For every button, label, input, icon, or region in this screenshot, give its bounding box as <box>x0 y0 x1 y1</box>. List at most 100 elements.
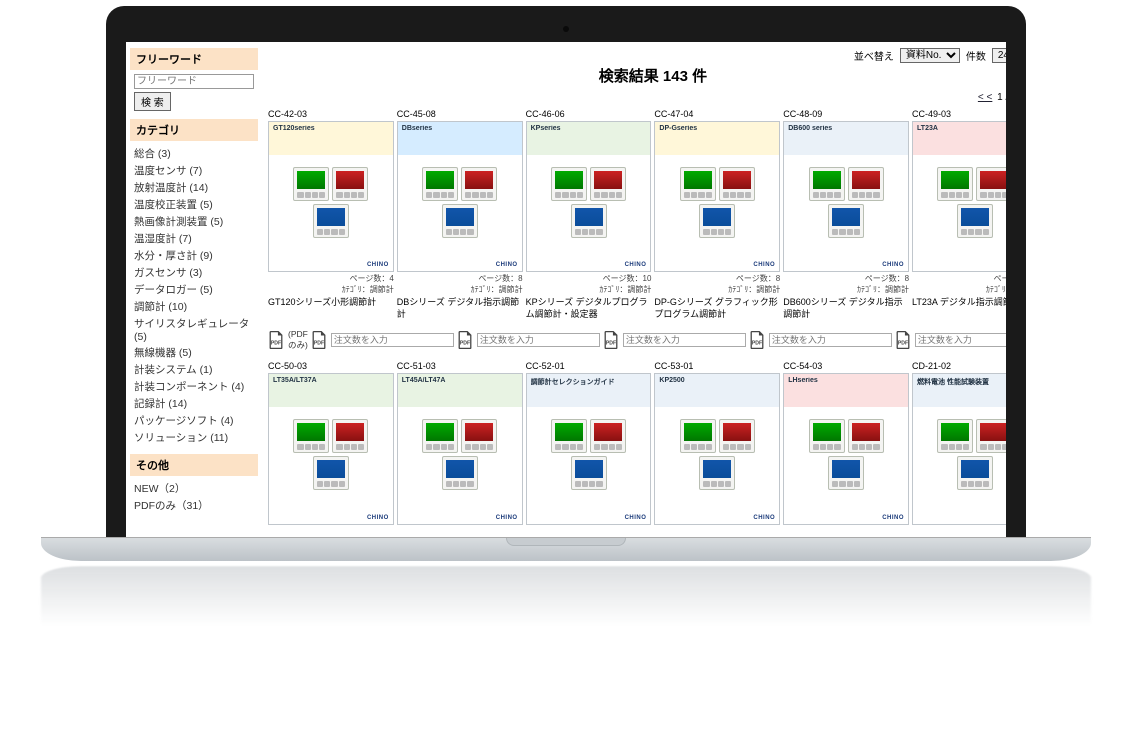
qty-input[interactable] <box>915 333 1006 347</box>
other-item[interactable]: PDFのみ（31） <box>134 497 254 514</box>
category-item[interactable]: 記録計 (14) <box>134 395 254 412</box>
product-card: CC-52-01 調節計セレクションガイド <box>526 361 652 524</box>
category-item[interactable]: パッケージソフト (4) <box>134 412 254 429</box>
qty-bar: PDF <box>603 329 746 351</box>
product-meta: ページ数：10ｶﾃｺﾞﾘ：調節計 <box>526 274 652 295</box>
per-select[interactable]: 24件 <box>992 48 1006 63</box>
category-item[interactable]: 水分・厚さ計 (9) <box>134 247 254 264</box>
pager-prev[interactable]: < < <box>976 92 994 103</box>
qty-input[interactable] <box>331 333 454 347</box>
category-item[interactable]: 温度校正装置 (5) <box>134 196 254 213</box>
product-code: CC-54-03 <box>783 361 909 371</box>
qty-input[interactable] <box>623 333 746 347</box>
other-heading: その他 <box>130 454 258 476</box>
laptop-mock: フリーワード 検 索 カテゴリ 総合 (3)温度センサ (7)放射温度計 (14… <box>106 6 1026 631</box>
product-title[interactable]: GT120シリーズ小形調節計 <box>268 297 394 321</box>
product-code: CC-52-01 <box>526 361 652 371</box>
other-item[interactable]: NEW（2） <box>134 480 254 497</box>
category-item[interactable]: 熱画像計測装置 (5) <box>134 213 254 230</box>
product-code: CD-21-02 <box>912 361 1006 371</box>
svg-text:PDF: PDF <box>271 341 281 347</box>
svg-text:PDF: PDF <box>898 341 908 347</box>
product-code: CC-48-09 <box>783 109 909 119</box>
category-item[interactable]: 計装コンポーネント (4) <box>134 378 254 395</box>
product-thumbnail[interactable]: KPseries <box>526 121 652 272</box>
freeword-heading: フリーワード <box>130 48 258 70</box>
qty-input[interactable] <box>477 333 600 347</box>
result-title: 検索結果 143 件 <box>268 65 1006 86</box>
category-item[interactable]: 総合 (3) <box>134 145 254 162</box>
category-item[interactable]: 調節計 (10) <box>134 298 254 315</box>
trackpad-notch <box>506 538 626 546</box>
category-item[interactable]: ガスセンサ (3) <box>134 264 254 281</box>
product-thumbnail[interactable]: LT23A <box>912 121 1006 272</box>
screen-bezel: フリーワード 検 索 カテゴリ 総合 (3)温度センサ (7)放射温度計 (14… <box>106 6 1026 537</box>
camera-dot <box>563 26 569 32</box>
qty-bar: PDF <box>457 329 600 351</box>
category-heading: カテゴリ <box>130 119 258 141</box>
category-item[interactable]: 温湿度計 (7) <box>134 230 254 247</box>
product-thumbnail[interactable]: GT120series <box>268 121 394 272</box>
product-title[interactable]: KPシリーズ デジタルプログラム調節計・設定器 <box>526 297 652 321</box>
pdf-icon[interactable]: PDF <box>749 331 765 349</box>
pdf-icon[interactable]: PDF <box>311 331 327 349</box>
category-item[interactable]: 無線機器 (5) <box>134 344 254 361</box>
product-meta: ページ数：4ｶﾃｺﾞﾘ：調節計 <box>912 274 1006 295</box>
product-thumbnail[interactable]: 調節計セレクションガイド <box>526 373 652 524</box>
freeword-input[interactable] <box>134 74 254 89</box>
product-title[interactable]: DB600シリーズ デジタル指示調節計 <box>783 297 909 321</box>
product-thumbnail[interactable]: KP2500 <box>654 373 780 524</box>
sort-select[interactable]: 資料No. <box>900 48 960 63</box>
pdf-icon[interactable]: PDF <box>457 331 473 349</box>
product-thumbnail[interactable]: DB600 series <box>783 121 909 272</box>
pager: < < 1 / 6 > > <box>268 92 1006 103</box>
product-card: CC-42-03 GT120series ページ数：4ｶﾃｺﾞﾘ：調節計 GT1… <box>268 109 394 321</box>
search-button[interactable]: 検 索 <box>134 92 171 111</box>
other-list: NEW（2）PDFのみ（31） <box>134 480 254 514</box>
product-thumbnail[interactable]: LHseries <box>783 373 909 524</box>
product-card: CC-47-04 DP-Gseries ページ数：8ｶﾃｺﾞﾘ：調節計 DP-G… <box>654 109 780 321</box>
product-meta: ページ数：8ｶﾃｺﾞﾘ：調節計 <box>397 274 523 295</box>
product-thumbnail[interactable]: LT45A/LT47A <box>397 373 523 524</box>
per-label: 件数 <box>966 48 986 63</box>
product-code: CC-49-03 <box>912 109 1006 119</box>
topbar: 並べ替え 資料No. 件数 24件 <box>268 48 1006 63</box>
pdf-icon[interactable]: PDF <box>268 331 284 349</box>
category-item[interactable]: サイリスタレギュレータ (5) <box>134 315 254 344</box>
main-content: 並べ替え 資料No. 件数 24件 検索結果 143 件 < < 1 / 6 <box>262 42 1006 537</box>
product-thumbnail[interactable]: 燃料電池 性能試験装置 <box>912 373 1006 524</box>
pager-position: 1 / 6 <box>997 92 1006 103</box>
product-thumbnail[interactable]: DP-Gseries <box>654 121 780 272</box>
product-code: CC-46-06 <box>526 109 652 119</box>
qty-bar: PDF <box>895 329 1006 351</box>
product-card: CC-49-03 LT23A ページ数：4ｶﾃｺﾞﾘ：調節計 LT23A デジタ… <box>912 109 1006 321</box>
product-card: CC-51-03 LT45A/LT47A <box>397 361 523 524</box>
product-card: CC-46-06 KPseries ページ数：10ｶﾃｺﾞﾘ：調節計 KPシリー… <box>526 109 652 321</box>
sort-label: 並べ替え <box>854 48 894 63</box>
product-title[interactable]: DBシリーズ デジタル指示調節計 <box>397 297 523 321</box>
product-code: CC-47-04 <box>654 109 780 119</box>
svg-text:PDF: PDF <box>314 341 324 347</box>
laptop-base <box>41 537 1091 561</box>
product-thumbnail[interactable]: LT35A/LT37A <box>268 373 394 524</box>
product-thumbnail[interactable]: DBseries <box>397 121 523 272</box>
pdf-icon[interactable]: PDF <box>895 331 911 349</box>
category-list: 総合 (3)温度センサ (7)放射温度計 (14)温度校正装置 (5)熱画像計測… <box>134 145 254 446</box>
product-card: CC-53-01 KP2500 <box>654 361 780 524</box>
qty-input[interactable] <box>769 333 892 347</box>
svg-text:PDF: PDF <box>606 341 616 347</box>
reflection <box>41 566 1091 626</box>
category-item[interactable]: ソリューション (11) <box>134 429 254 446</box>
screen: フリーワード 検 索 カテゴリ 総合 (3)温度センサ (7)放射温度計 (14… <box>126 42 1006 537</box>
pdf-icon[interactable]: PDF <box>603 331 619 349</box>
category-item[interactable]: 温度センサ (7) <box>134 162 254 179</box>
category-item[interactable]: データロガー (5) <box>134 281 254 298</box>
category-item[interactable]: 放射温度計 (14) <box>134 179 254 196</box>
quantity-row: PDF (PDFのみ) PDF PDF PDF PDF PDF <box>268 329 1006 351</box>
product-title[interactable]: DP-Gシリーズ グラフィック形プログラム調節計 <box>654 297 780 321</box>
product-title[interactable]: LT23A デジタル指示調節計 <box>912 297 1006 321</box>
pdf-only-text: (PDFのみ) <box>288 329 308 351</box>
category-item[interactable]: 計装システム (1) <box>134 361 254 378</box>
product-code: CC-42-03 <box>268 109 394 119</box>
product-code: CC-53-01 <box>654 361 780 371</box>
